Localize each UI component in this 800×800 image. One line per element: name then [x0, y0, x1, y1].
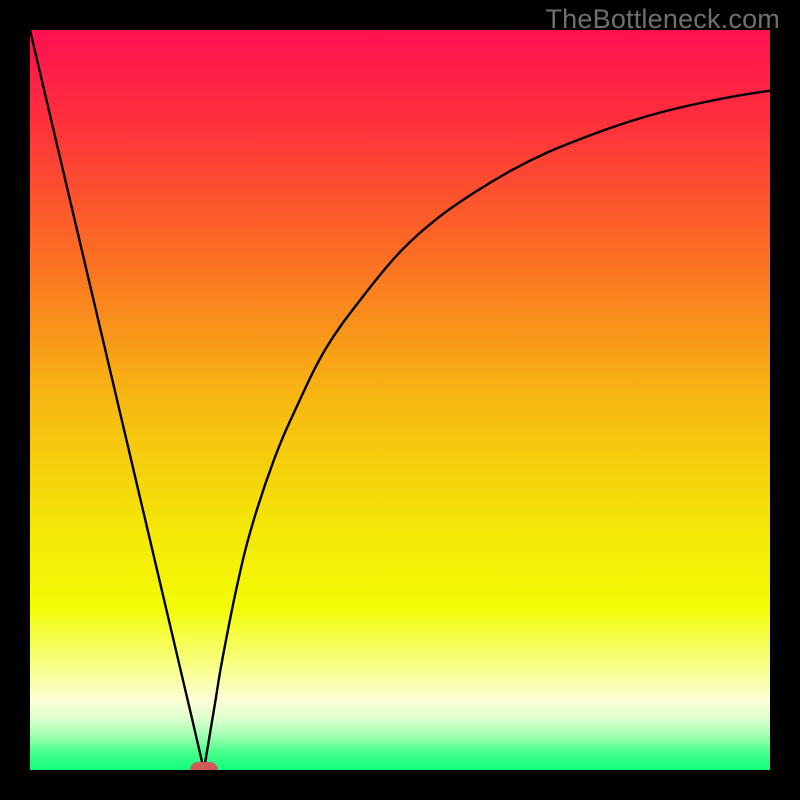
- bottleneck-curve: [30, 30, 770, 770]
- plot-area: [30, 30, 770, 770]
- chart-frame: TheBottleneck.com: [0, 0, 800, 800]
- curve-layer: [30, 30, 770, 770]
- minimum-marker: [190, 762, 218, 770]
